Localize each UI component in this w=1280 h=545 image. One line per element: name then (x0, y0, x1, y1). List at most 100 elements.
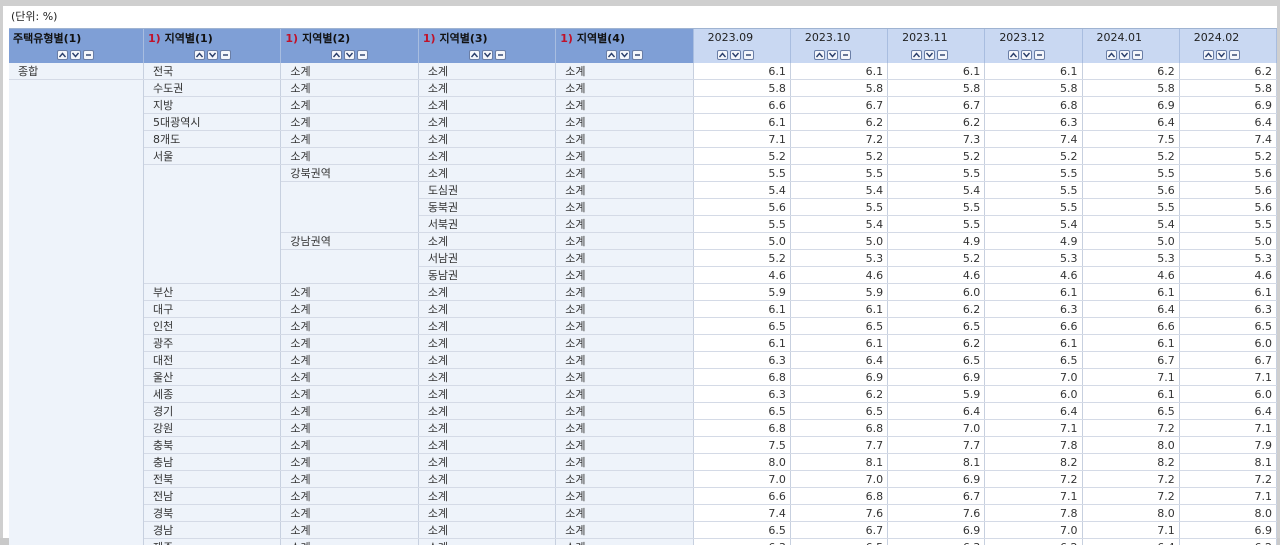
dimension-cell-r2: 소계 (281, 80, 418, 97)
footnote-marker[interactable]: 1) (423, 32, 436, 45)
chevron-up-icon[interactable] (194, 50, 205, 60)
value-cell: 7.1 (1179, 369, 1276, 386)
header-period[interactable]: 2024.01 (1082, 29, 1179, 46)
minus-icon[interactable] (743, 50, 754, 60)
value-cell: 7.4 (1179, 131, 1276, 148)
chevron-down-icon[interactable] (730, 50, 741, 60)
dimension-cell-r2 (281, 199, 418, 216)
chevron-down-icon[interactable] (1216, 50, 1227, 60)
dimension-cell-type (9, 284, 143, 301)
minus-icon[interactable] (632, 50, 643, 60)
chevron-down-icon[interactable] (482, 50, 493, 60)
chevron-down-icon[interactable] (619, 50, 630, 60)
table-row: 광주소계소계소계6.16.16.26.16.16.0 (9, 335, 1277, 352)
dimension-cell-r2 (281, 250, 418, 267)
value-cell: 7.1 (1082, 369, 1179, 386)
table-row: 동남권소계4.64.64.64.64.64.6 (9, 267, 1277, 284)
value-cell: 5.4 (790, 182, 887, 199)
dimension-cell-r4: 소계 (556, 420, 693, 437)
value-cell: 5.2 (985, 148, 1082, 165)
header-region2[interactable]: 1)지역별(2) (281, 29, 418, 46)
dimension-cell-r1 (143, 233, 280, 250)
value-cell: 5.6 (1179, 165, 1276, 182)
value-cell: 5.5 (1082, 165, 1179, 182)
header-region3[interactable]: 1)지역별(3) (418, 29, 555, 46)
minus-icon[interactable] (1132, 50, 1143, 60)
value-cell: 4.6 (693, 267, 790, 284)
chevron-up-icon[interactable] (469, 50, 480, 60)
minus-icon[interactable] (83, 50, 94, 60)
chevron-up-icon[interactable] (911, 50, 922, 60)
value-cell: 6.1 (985, 335, 1082, 352)
dimension-cell-r1: 세종 (143, 386, 280, 403)
value-cell: 6.6 (693, 488, 790, 505)
dimension-cell-r4: 소계 (556, 216, 693, 233)
sort-controls (9, 46, 143, 63)
minus-icon[interactable] (1229, 50, 1240, 60)
value-cell: 6.5 (1179, 318, 1276, 335)
header-region1[interactable]: 1)지역별(1) (143, 29, 280, 46)
footnote-marker[interactable]: 1) (560, 32, 573, 45)
minus-icon[interactable] (840, 50, 851, 60)
dimension-cell-r4: 소계 (556, 369, 693, 386)
footnote-marker[interactable]: 1) (285, 32, 298, 45)
header-region4[interactable]: 1)지역별(4) (556, 29, 693, 46)
table-row: 서북권소계5.55.45.55.45.45.5 (9, 216, 1277, 233)
dimension-cell-r3: 소계 (418, 131, 555, 148)
chevron-up-icon[interactable] (57, 50, 68, 60)
value-cell: 8.2 (1082, 454, 1179, 471)
data-grid[interactable]: 주택유형별(1) 1)지역별(1) 1)지역별(2) 1)지역별(3) 1)지역… (9, 28, 1277, 545)
chevron-up-icon[interactable] (606, 50, 617, 60)
value-cell: 6.3 (985, 114, 1082, 131)
minus-icon[interactable] (495, 50, 506, 60)
header-type[interactable]: 주택유형별(1) (9, 29, 143, 46)
minus-icon[interactable] (937, 50, 948, 60)
dimension-cell-r2: 소계 (281, 488, 418, 505)
value-cell: 6.7 (888, 97, 985, 114)
chevron-up-icon[interactable] (1008, 50, 1019, 60)
dimension-cell-r1: 대전 (143, 352, 280, 369)
value-cell: 6.1 (1179, 284, 1276, 301)
value-cell: 6.2 (985, 539, 1082, 545)
chevron-down-icon[interactable] (70, 50, 81, 60)
dimension-cell-r3: 서북권 (418, 216, 555, 233)
minus-icon[interactable] (220, 50, 231, 60)
chevron-down-icon[interactable] (207, 50, 218, 60)
header-period[interactable]: 2023.12 (985, 29, 1082, 46)
table-row: 경기소계소계소계6.56.56.46.46.56.4 (9, 403, 1277, 420)
dimension-cell-r3: 소계 (418, 97, 555, 114)
chevron-down-icon[interactable] (924, 50, 935, 60)
value-cell: 6.7 (888, 488, 985, 505)
chevron-up-icon[interactable] (331, 50, 342, 60)
chevron-up-icon[interactable] (717, 50, 728, 60)
value-cell: 5.4 (693, 182, 790, 199)
value-cell: 5.4 (888, 182, 985, 199)
chevron-down-icon[interactable] (1021, 50, 1032, 60)
table-row: 제주소계소계소계6.36.56.36.26.46.2 (9, 539, 1277, 545)
value-cell: 7.4 (985, 131, 1082, 148)
value-cell: 7.1 (1082, 522, 1179, 539)
footnote-marker[interactable]: 1) (148, 32, 161, 45)
value-cell: 6.7 (1179, 352, 1276, 369)
value-cell: 5.4 (985, 216, 1082, 233)
minus-icon[interactable] (357, 50, 368, 60)
header-period[interactable]: 2024.02 (1179, 29, 1276, 46)
dimension-cell-r3: 소계 (418, 369, 555, 386)
dimension-cell-r3: 소계 (418, 522, 555, 539)
dimension-cell-r2 (281, 182, 418, 199)
dimension-cell-r4: 소계 (556, 505, 693, 522)
value-cell: 6.5 (693, 522, 790, 539)
header-period[interactable]: 2023.09 (693, 29, 790, 46)
chevron-up-icon[interactable] (814, 50, 825, 60)
minus-icon[interactable] (1034, 50, 1045, 60)
value-cell: 7.0 (888, 420, 985, 437)
table-row: 강남권역소계소계5.05.04.94.95.05.0 (9, 233, 1277, 250)
chevron-down-icon[interactable] (827, 50, 838, 60)
header-period[interactable]: 2023.10 (790, 29, 887, 46)
chevron-down-icon[interactable] (344, 50, 355, 60)
header-period[interactable]: 2023.11 (888, 29, 985, 46)
chevron-down-icon[interactable] (1119, 50, 1130, 60)
chevron-up-icon[interactable] (1106, 50, 1117, 60)
value-cell: 6.8 (693, 369, 790, 386)
chevron-up-icon[interactable] (1203, 50, 1214, 60)
